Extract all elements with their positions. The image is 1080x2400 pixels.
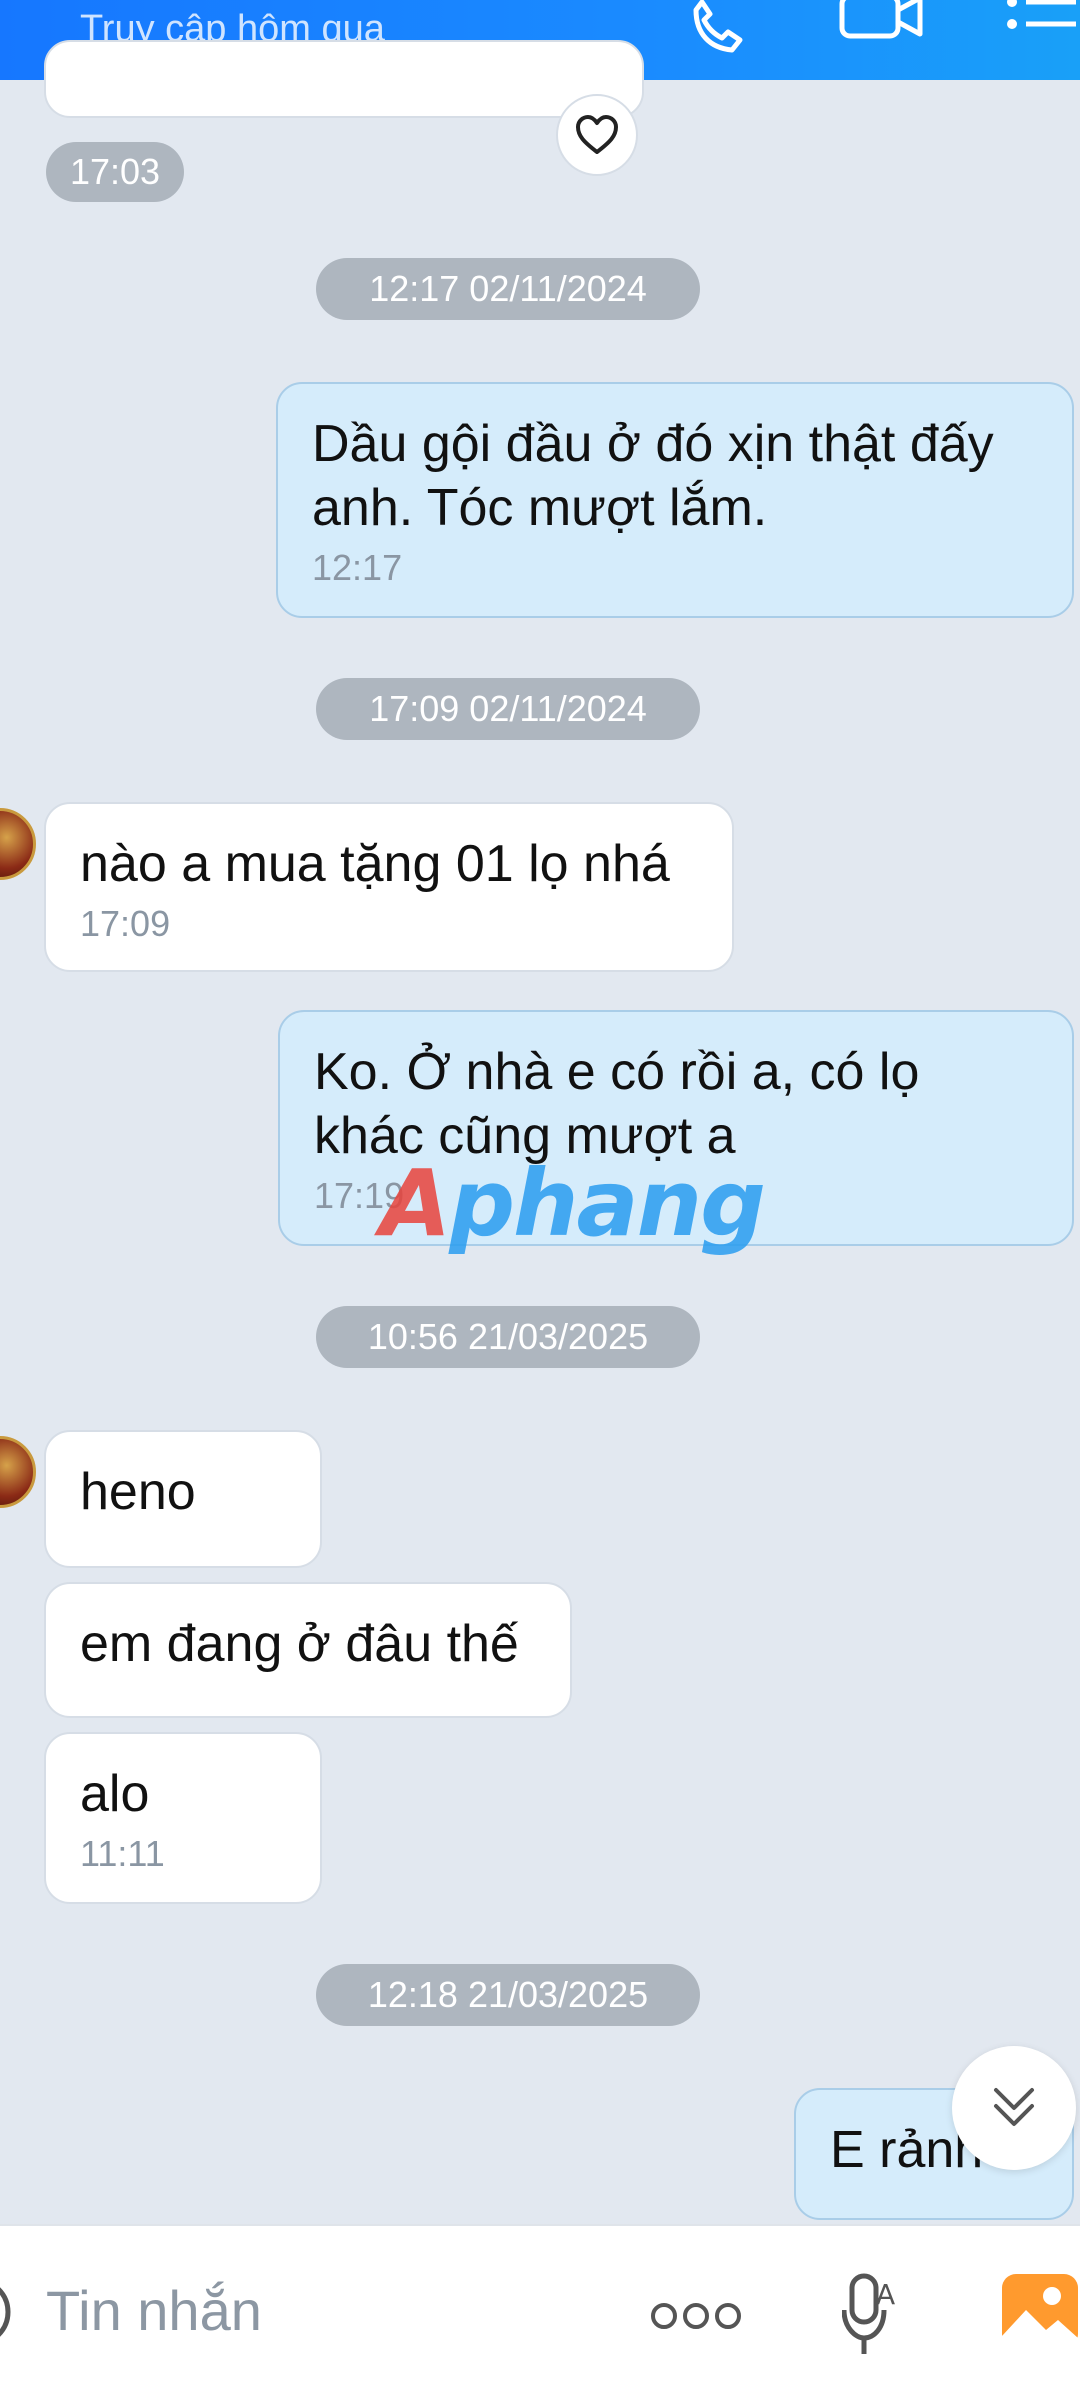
date-divider: 12:17 02/11/2024 — [316, 258, 700, 320]
video-icon[interactable] — [836, 0, 926, 50]
more-icon[interactable] — [650, 2300, 742, 2337]
outgoing-message[interactable]: Dầu gội đầu ở đó xịn thật đấy anh. Tóc m… — [276, 382, 1074, 618]
phone-icon[interactable] — [682, 0, 752, 60]
image-icon[interactable] — [1000, 2272, 1080, 2355]
sticker-icon[interactable] — [0, 2272, 18, 2357]
date-divider: 12:18 21/03/2025 — [316, 1964, 700, 2026]
message-text: heno — [80, 1463, 196, 1521]
message-text: Ko. Ở nhà e có rồi a, có lọ khác cũng mư… — [314, 1043, 920, 1165]
contact-avatar[interactable] — [0, 808, 36, 880]
voice-icon[interactable]: A — [841, 2270, 904, 2365]
message-time: 11:11 — [80, 1833, 165, 1874]
message-input[interactable]: Tin nhắn — [46, 2278, 262, 2343]
contact-avatar[interactable] — [0, 1436, 36, 1508]
svg-text:A: A — [876, 2278, 895, 2311]
previous-message-bubble[interactable] — [44, 40, 644, 118]
double-chevron-down-icon — [994, 2088, 1034, 2126]
message-text: alo — [80, 1765, 150, 1823]
date-divider: 17:09 02/11/2024 — [316, 678, 700, 740]
incoming-message[interactable]: nào a mua tặng 01 lọ nhá 17:09 — [44, 802, 734, 972]
heart-reaction-button[interactable] — [556, 94, 638, 176]
incoming-message[interactable]: em đang ở đâu thế — [44, 1582, 572, 1718]
message-text: nào a mua tặng 01 lọ nhá — [80, 835, 670, 893]
incoming-message[interactable]: alo 11:11 — [44, 1732, 322, 1904]
menu-icon[interactable] — [1004, 0, 1080, 50]
message-time: 17:09 — [80, 903, 171, 944]
aphang-watermark-logo: Aphang — [380, 1150, 766, 1257]
incoming-message[interactable]: heno — [44, 1430, 322, 1568]
date-divider: 10:56 21/03/2025 — [316, 1306, 700, 1368]
message-composer: Tin nhắn A — [0, 2224, 1080, 2400]
message-text: em đang ở đâu thế — [80, 1615, 519, 1673]
message-time: 12:17 — [312, 547, 403, 588]
message-time-badge: 17:03 — [46, 142, 184, 202]
heart-icon — [576, 115, 618, 154]
scroll-to-bottom-button[interactable] — [952, 2046, 1076, 2170]
message-text: Dầu gội đầu ở đó xịn thật đấy anh. Tóc m… — [312, 415, 994, 537]
